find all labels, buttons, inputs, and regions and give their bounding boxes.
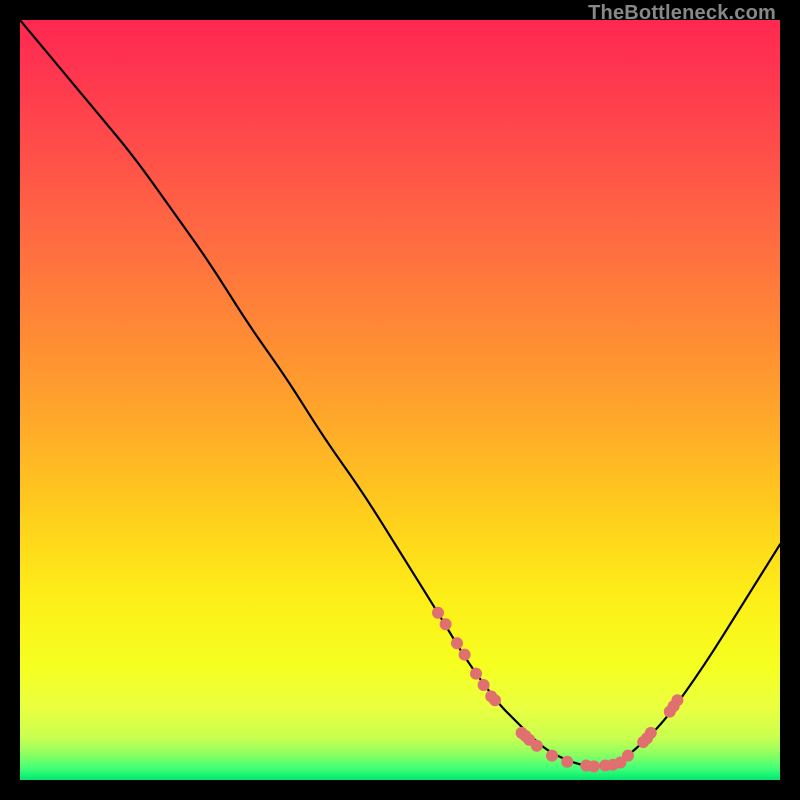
- data-marker: [588, 760, 600, 772]
- data-marker: [459, 649, 471, 661]
- data-marker: [440, 618, 452, 630]
- watermark-text: TheBottleneck.com: [588, 2, 776, 25]
- data-marker: [546, 750, 558, 762]
- bottleneck-curve-chart: [20, 20, 780, 780]
- data-marker: [671, 694, 683, 706]
- data-marker: [561, 756, 573, 768]
- data-marker: [645, 727, 657, 739]
- data-marker: [451, 637, 463, 649]
- chart-plot-area: [20, 20, 780, 780]
- data-marker: [622, 750, 634, 762]
- data-marker: [478, 679, 490, 691]
- data-marker: [432, 607, 444, 619]
- data-marker: [489, 694, 501, 706]
- gradient-background: [20, 20, 780, 780]
- data-marker: [470, 668, 482, 680]
- data-marker: [531, 740, 543, 752]
